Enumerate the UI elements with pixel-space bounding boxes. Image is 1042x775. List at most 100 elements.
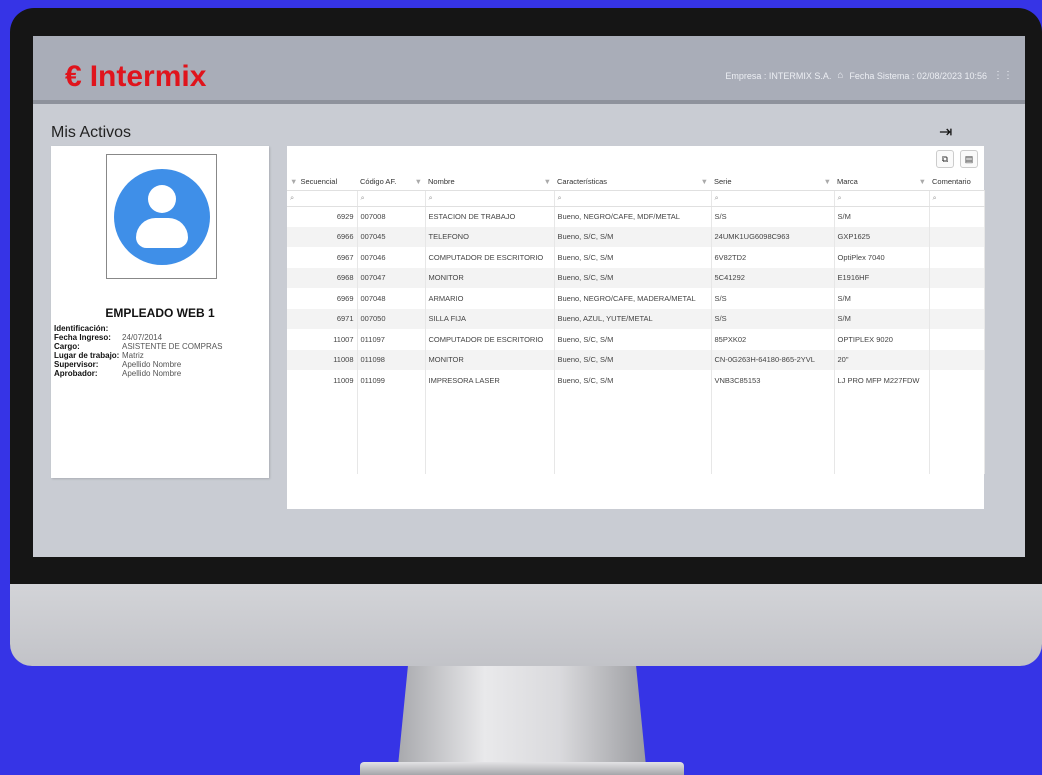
column-header-nombre[interactable]: Nombre ▼ bbox=[425, 174, 554, 191]
column-header-label: Características bbox=[557, 177, 608, 187]
app-screen: € Intermix Empresa : INTERMIX S.A. ⌂ Fec… bbox=[33, 36, 1025, 557]
table-row[interactable]: 6929 007008 ESTACION DE TRABAJO Bueno, NEGR… bbox=[287, 206, 985, 227]
detail-row-supervisor: Supervisor: Apellido Nombre bbox=[54, 360, 222, 369]
table-cell-empty bbox=[425, 390, 555, 474]
table-cell: S/M bbox=[834, 206, 930, 227]
export-icon[interactable]: ▤ bbox=[960, 150, 978, 168]
column-header-codigo[interactable]: Código AF. ▼ bbox=[357, 174, 425, 191]
table-row[interactable]: 11008 011098 MONITOR Bueno, S/C, S/M CN-0G26… bbox=[287, 349, 985, 370]
table-row[interactable]: 6968 007047 MONITOR Bueno, S/C, S/M 5C41292 E… bbox=[287, 267, 985, 288]
column-header-label: Secuencial bbox=[300, 177, 338, 187]
table-cell bbox=[929, 308, 985, 329]
logo-text: Intermix bbox=[89, 60, 207, 93]
table-cell: SILLA FIJA bbox=[425, 308, 555, 329]
table-cell: MONITOR bbox=[425, 267, 555, 288]
copy-icon[interactable]: ⧉ bbox=[936, 150, 954, 168]
logo-symbol-icon: € bbox=[65, 60, 82, 93]
table-cell: TELEFONO bbox=[425, 226, 555, 247]
table-cell: 6929 bbox=[287, 206, 358, 227]
detail-label: Supervisor: bbox=[54, 360, 99, 369]
detail-value: Apellido Nombre bbox=[122, 360, 182, 369]
detail-value: Apellido Nombre bbox=[122, 369, 182, 378]
search-icon[interactable]: ⌕ bbox=[929, 190, 985, 207]
detail-value: ASISTENTE DE COMPRAS bbox=[122, 342, 223, 351]
grid-toolbar: ⧉ ▤ bbox=[936, 150, 978, 168]
employee-details: Identificación: Fecha Ingreso: 24/07/201… bbox=[54, 324, 222, 378]
table-cell: S/S bbox=[711, 288, 835, 309]
table-cell: 007050 bbox=[357, 308, 426, 329]
detail-row-aprobador: Aprobador: Apellido Nombre bbox=[54, 369, 222, 378]
column-header-secuencial[interactable]: ▼ Secuencial bbox=[287, 174, 357, 191]
logo[interactable]: € Intermix bbox=[65, 60, 206, 94]
exit-icon[interactable]: ⇥ bbox=[939, 122, 952, 142]
table-cell: OptiPlex 7040 bbox=[834, 247, 930, 268]
table-cell: COMPUTADOR DE ESCRITORIO bbox=[425, 329, 555, 350]
building-icon[interactable]: ⌂ bbox=[837, 70, 843, 81]
column-header-comentario[interactable]: Comentario bbox=[929, 174, 984, 191]
table-cell: 007008 bbox=[357, 206, 426, 227]
table-cell: E1916HF bbox=[834, 267, 930, 288]
table-cell: 007048 bbox=[357, 288, 426, 309]
table-cell: 24UMK1UG6098C963 bbox=[711, 226, 835, 247]
table-row[interactable]: 11009 011099 IMPRESORA LASER Bueno, S/C, S/… bbox=[287, 370, 985, 391]
filter-icon[interactable]: ▼ bbox=[290, 177, 297, 186]
table-cell: Bueno, NEGRO/CAFE, MADERA/METAL bbox=[554, 288, 712, 309]
table-cell: Bueno, S/C, S/M bbox=[554, 226, 712, 247]
table-cell: 011099 bbox=[357, 370, 426, 391]
column-header-serie[interactable]: Serie ▼ bbox=[711, 174, 834, 191]
table-row[interactable]: 6971 007050 SILLA FIJA Bueno, AZUL, YUTE/ME… bbox=[287, 308, 985, 329]
apps-grid-icon[interactable]: ⋮⋮ bbox=[993, 70, 1013, 81]
table-cell: 11007 bbox=[287, 329, 358, 350]
detail-label: Lugar de trabajo: bbox=[54, 351, 120, 360]
avatar-body bbox=[135, 217, 188, 248]
search-icon[interactable]: ⌕ bbox=[834, 190, 930, 207]
table-cell: Bueno, S/C, S/M bbox=[554, 370, 712, 391]
assets-table: ▼ Secuencial Código AF. ▼ Nombre ▼ Caracter… bbox=[287, 174, 985, 474]
app-header: € Intermix Empresa : INTERMIX S.A. ⌂ Fec… bbox=[33, 36, 1025, 104]
monitor-stand bbox=[398, 666, 646, 766]
detail-label: Fecha Ingreso: bbox=[54, 333, 111, 342]
table-cell bbox=[929, 226, 985, 247]
filter-icon[interactable]: ▼ bbox=[544, 177, 551, 186]
table-cell: 6968 bbox=[287, 267, 358, 288]
table-row[interactable]: 6966 007045 TELEFONO Bueno, S/C, S/M 24UMK1U… bbox=[287, 226, 985, 247]
search-icon[interactable]: ⌕ bbox=[357, 190, 426, 207]
search-icon[interactable]: ⌕ bbox=[711, 190, 835, 207]
detail-value: Matriz bbox=[122, 351, 144, 360]
assets-grid-panel: ⧉ ▤ ▼ Secuencial Código AF. ▼ Nombre ▼ Cara… bbox=[287, 146, 985, 509]
table-cell: ESTACION DE TRABAJO bbox=[425, 206, 555, 227]
table-row[interactable]: 6967 007046 COMPUTADOR DE ESCRITORIO Bueno,… bbox=[287, 247, 985, 268]
detail-row-cargo: Cargo: ASISTENTE DE COMPRAS bbox=[54, 342, 222, 351]
search-icon[interactable]: ⌕ bbox=[425, 190, 555, 207]
table-row[interactable]: 11007 011097 COMPUTADOR DE ESCRITORIO Bueno… bbox=[287, 329, 985, 350]
table-row[interactable]: 6969 007048 ARMARIO Bueno, NEGRO/CAFE, MADE… bbox=[287, 288, 985, 309]
table-cell: S/M bbox=[834, 308, 930, 329]
table-cell: LJ PRO MFP M227FDW bbox=[834, 370, 930, 391]
table-cell: 007047 bbox=[357, 267, 426, 288]
filter-icon[interactable]: ▼ bbox=[415, 177, 422, 186]
search-icon[interactable]: ⌕ bbox=[554, 190, 712, 207]
table-cell: IMPRESORA LASER bbox=[425, 370, 555, 391]
table-cell: 011097 bbox=[357, 329, 426, 350]
table-cell: VNB3C85153 bbox=[711, 370, 835, 391]
search-icon[interactable]: ⌕ bbox=[287, 190, 358, 207]
table-cell-empty bbox=[554, 390, 712, 474]
filter-icon[interactable]: ▼ bbox=[824, 177, 831, 186]
column-header-label: Comentario bbox=[932, 177, 971, 187]
detail-value: 24/07/2014 bbox=[122, 333, 163, 342]
column-header-marca[interactable]: Marca ▼ bbox=[834, 174, 929, 191]
table-cell bbox=[929, 206, 985, 227]
company-label: Empresa : INTERMIX S.A. bbox=[725, 70, 832, 81]
detail-row-fecha-ingreso: Fecha Ingreso: 24/07/2014 bbox=[54, 333, 222, 342]
column-header-caracteristicas[interactable]: Características ▼ bbox=[554, 174, 711, 191]
filter-icon[interactable]: ▼ bbox=[919, 177, 926, 186]
table-cell bbox=[929, 329, 985, 350]
table-cell bbox=[929, 267, 985, 288]
monitor-base bbox=[360, 762, 684, 775]
table-cell bbox=[929, 288, 985, 309]
filter-icon[interactable]: ▼ bbox=[701, 177, 708, 186]
table-cell: Bueno, AZUL, YUTE/METAL bbox=[554, 308, 712, 329]
table-cell: 20" bbox=[834, 349, 930, 370]
table-cell: 6971 bbox=[287, 308, 358, 329]
table-cell: ARMARIO bbox=[425, 288, 555, 309]
